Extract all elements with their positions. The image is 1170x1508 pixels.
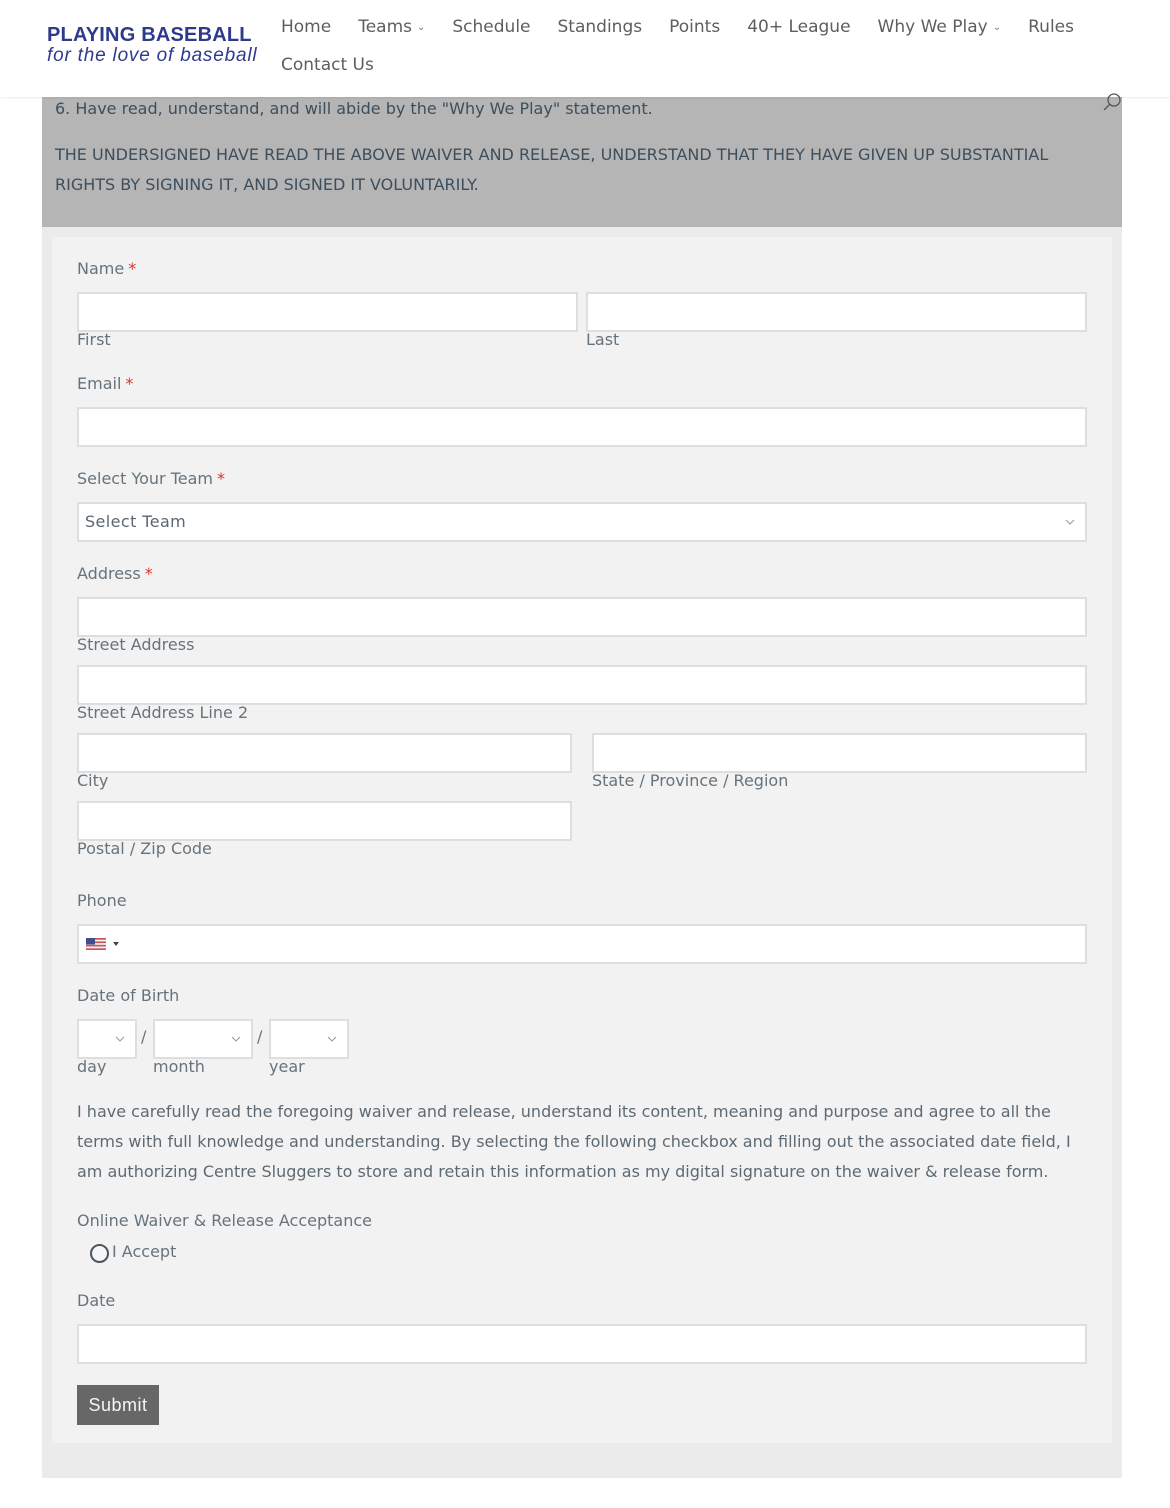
- search-icon[interactable]: [1102, 92, 1122, 112]
- required-marker: *: [216, 469, 225, 488]
- nav-label: Standings: [557, 17, 643, 37]
- street-address-2-sublabel: Street Address Line 2: [77, 703, 249, 722]
- nav-schedule[interactable]: Schedule: [452, 12, 530, 50]
- team-label: Select Your Team *: [77, 469, 225, 488]
- date-separator: /: [141, 1027, 147, 1046]
- nav-why-we-play[interactable]: Why We Play ⌄: [878, 12, 1002, 50]
- nav-points[interactable]: Points: [669, 12, 720, 50]
- chevron-down-icon: ⌄: [417, 22, 426, 33]
- logo-title: PLAYING BASEBALL: [47, 24, 252, 46]
- nav-label: Points: [669, 17, 721, 37]
- phone-input[interactable]: [77, 924, 1087, 964]
- name-label: Name *: [77, 259, 137, 278]
- waiver-item-6: 6. Have read, understand, and will abide…: [55, 99, 653, 118]
- street-address-input[interactable]: [77, 597, 1087, 637]
- nav-contact-us[interactable]: Contact Us: [281, 50, 374, 88]
- chevron-down-icon: [327, 1036, 337, 1042]
- dob-year-select[interactable]: [269, 1019, 349, 1059]
- dob-label: Date of Birth: [77, 986, 180, 1005]
- us-flag-icon[interactable]: [86, 938, 106, 950]
- date-label: Date: [77, 1291, 116, 1310]
- main-nav: Home Teams ⌄ Schedule Standings Points 40…: [281, 12, 1141, 88]
- nav-label: Schedule: [452, 17, 531, 37]
- nav-label: Contact Us: [281, 55, 374, 75]
- dob-month-select[interactable]: [153, 1019, 253, 1059]
- form-wrapper: Name * First Last Email * Select Your Team…: [42, 227, 1122, 1478]
- address-label: Address *: [77, 564, 153, 583]
- required-marker: *: [144, 564, 153, 583]
- nav-home[interactable]: Home: [281, 12, 331, 50]
- site-header: PLAYING BASEBALL for the love of basebal…: [0, 0, 1170, 97]
- email-label: Email *: [77, 374, 134, 393]
- zip-sublabel: Postal / Zip Code: [77, 839, 212, 858]
- nav-label: Rules: [1028, 17, 1074, 37]
- country-dropdown-caret-icon[interactable]: [113, 942, 119, 946]
- nav-label: Teams: [358, 17, 412, 37]
- date-input[interactable]: [77, 1324, 1087, 1364]
- zip-input[interactable]: [77, 801, 572, 841]
- nav-teams[interactable]: Teams ⌄: [358, 12, 425, 50]
- required-marker: *: [125, 374, 134, 393]
- team-select-value: Select Team: [85, 512, 187, 531]
- nav-label: 40+ League: [747, 17, 851, 37]
- nav-label: Home: [281, 17, 332, 37]
- dob-year-sublabel: year: [269, 1057, 305, 1076]
- phone-label: Phone: [77, 891, 127, 910]
- last-name-input[interactable]: [586, 292, 1087, 332]
- first-name-input[interactable]: [77, 292, 578, 332]
- last-name-sublabel: Last: [586, 330, 620, 349]
- team-select[interactable]: Select Team: [77, 502, 1087, 542]
- city-input[interactable]: [77, 733, 572, 773]
- site-logo[interactable]: PLAYING BASEBALL for the love of basebal…: [47, 24, 257, 66]
- nav-40-league[interactable]: 40+ League: [747, 12, 850, 50]
- chevron-down-icon: [1065, 519, 1075, 525]
- accept-option-label[interactable]: I Accept: [112, 1242, 176, 1261]
- dob-day-select[interactable]: [77, 1019, 137, 1059]
- nav-standings[interactable]: Standings: [558, 12, 643, 50]
- state-sublabel: State / Province / Region: [592, 771, 789, 790]
- email-input[interactable]: [77, 407, 1087, 447]
- street-address-2-input[interactable]: [77, 665, 1087, 705]
- chevron-down-icon: [115, 1036, 125, 1042]
- required-marker: *: [128, 259, 137, 278]
- dob-month-sublabel: month: [153, 1057, 205, 1076]
- acceptance-label: Online Waiver & Release Acceptance: [77, 1211, 372, 1230]
- street-address-sublabel: Street Address: [77, 635, 195, 654]
- date-separator: /: [257, 1027, 263, 1046]
- state-input[interactable]: [592, 733, 1087, 773]
- waiver-closing-statement: THE UNDERSIGNED HAVE READ THE ABOVE WAIV…: [55, 145, 1049, 194]
- chevron-down-icon: [231, 1036, 241, 1042]
- nav-label: Why We Play: [877, 17, 988, 37]
- submit-button[interactable]: Submit: [77, 1385, 159, 1425]
- waiver-form: Name * First Last Email * Select Your Team…: [52, 237, 1112, 1443]
- waiver-text-panel: 6. Have read, understand, and will abide…: [42, 97, 1122, 227]
- city-sublabel: City: [77, 771, 109, 790]
- chevron-down-icon: ⌄: [992, 22, 1002, 33]
- consent-text: I have carefully read the foregoing waiv…: [77, 1102, 1071, 1181]
- dob-day-sublabel: day: [77, 1057, 107, 1076]
- first-name-sublabel: First: [77, 330, 111, 349]
- nav-rules[interactable]: Rules: [1028, 12, 1074, 50]
- accept-radio[interactable]: [90, 1244, 109, 1263]
- logo-tagline: for the love of baseball: [47, 45, 258, 66]
